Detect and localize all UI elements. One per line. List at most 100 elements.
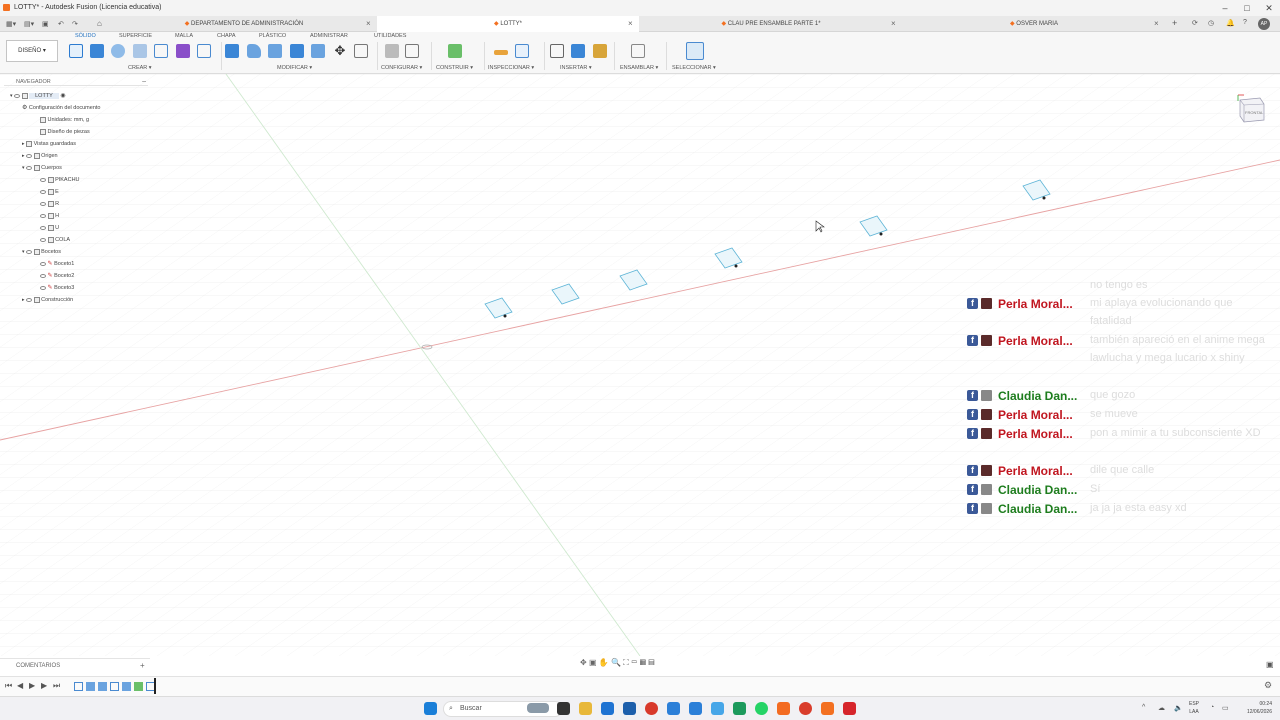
sweep-icon[interactable] [133,44,147,58]
close-icon[interactable]: × [891,16,896,32]
align-icon[interactable] [354,44,368,58]
app-icon[interactable] [711,702,724,715]
chevron-down-icon[interactable]: ▾ [22,249,25,255]
grid-menu-icon[interactable]: ▦▾ [6,20,16,28]
home-icon[interactable]: ⌂ [97,19,102,28]
timeline-plane-icon[interactable] [134,682,143,691]
eye-icon[interactable] [40,213,46,218]
go-to-start-icon[interactable]: ⏮ [5,681,12,691]
look-at-icon[interactable]: ▣ [589,658,597,667]
nav-item-diseno-piezas[interactable]: Diseño de piezas [40,127,90,137]
eye-icon[interactable] [26,249,33,254]
chrome-icon[interactable] [799,702,812,715]
language-indicator[interactable]: ESP LAA [1189,700,1199,716]
app-icon[interactable] [733,702,746,715]
insert-mesh-icon[interactable] [593,44,607,58]
nav-sketch-boceto2[interactable]: ✎ Boceto2 [40,271,74,281]
select-icon[interactable] [686,42,704,60]
eye-icon[interactable] [40,237,46,242]
nav-body-cola[interactable]: COLA [40,235,70,245]
collapse-icon[interactable]: – [142,78,146,86]
nav-body-h[interactable]: H [40,211,59,221]
chevron-right-icon[interactable]: ▸ [22,141,25,147]
tab-superficie[interactable]: SUPERFICIE [119,33,152,39]
viewports-icon[interactable]: ▤ [648,658,654,667]
new-component-icon[interactable] [631,44,645,58]
go-to-end-icon[interactable]: ⏭ [53,681,60,691]
chamfer-icon[interactable] [268,44,282,58]
add-comment-icon[interactable]: + [140,659,145,673]
nav-item-cuerpos[interactable]: ▾ Cuerpos [22,163,62,173]
configure-table-icon[interactable] [405,44,419,58]
extrude-icon[interactable] [90,44,104,58]
play-icon[interactable]: ▶ [29,681,35,690]
tab-plastico[interactable]: PLÁSTICO [259,33,286,39]
measure-icon[interactable] [494,50,508,55]
eye-icon[interactable] [26,297,33,302]
eye-icon[interactable] [26,153,33,158]
tab-chapa[interactable]: CHAPA [217,33,236,39]
web-icon[interactable] [197,44,211,58]
widget-icon[interactable] [527,703,549,713]
mail-icon[interactable] [667,702,680,715]
timeline-sketch-icon[interactable] [74,682,83,691]
timeline-extrude-icon[interactable] [86,682,95,691]
redo-icon[interactable]: ↷ [72,20,78,28]
windows-start-icon[interactable] [424,702,437,715]
timeline-marker[interactable] [154,678,156,694]
jobs-icon[interactable]: ◷ [1208,19,1214,27]
timeline-extrude-icon[interactable] [122,682,131,691]
eye-icon[interactable] [14,93,21,98]
step-forward-icon[interactable]: ▶ [41,681,47,690]
eye-icon[interactable] [40,261,46,266]
nav-body-e[interactable]: E [40,187,59,197]
tab-departamento[interactable]: ◆ DEPARTAMENTO DE ADMINISTRACIÓN [112,16,376,32]
tab-utilidades[interactable]: UTILIDADES [374,33,406,39]
nav-item-configuracion[interactable]: ⚙ Configuración del documento [22,103,100,113]
tab-malla[interactable]: MALLA [175,33,193,39]
file-explorer-icon[interactable] [579,702,592,715]
tab-solido[interactable]: SÓLIDO [75,33,96,39]
grid-canvas[interactable] [0,74,1280,656]
fillet-icon[interactable] [247,44,261,58]
group-insertar[interactable]: INSERTAR ▾ [560,65,592,71]
nav-item-bocetos[interactable]: ▾ Bocetos [22,247,61,257]
tab-osver-maria[interactable]: ◆ OSVER MARIA [903,16,1165,32]
chevron-right-icon[interactable]: ▸ [22,297,25,303]
avatar[interactable]: AP [1258,18,1270,30]
chevron-down-icon[interactable]: ▾ [22,165,25,171]
battery-icon[interactable]: ▭ [1222,704,1229,712]
insert-derive-icon[interactable] [550,44,564,58]
task-view-icon[interactable] [557,702,570,715]
group-ensamblar[interactable]: ENSAMBLAR ▾ [620,65,658,71]
nav-sketch-boceto1[interactable]: ✎ Boceto1 [40,259,74,269]
new-tab-icon[interactable]: + [1172,18,1177,28]
undo-icon[interactable]: ↶ [58,20,64,28]
nav-body-r[interactable]: R [40,199,59,209]
group-construir[interactable]: CONSTRUIR ▾ [436,65,473,71]
grid-settings-icon[interactable]: ▦ [640,658,646,667]
edge-icon[interactable] [601,702,614,715]
whatsapp-icon[interactable] [755,702,768,715]
group-seleccionar[interactable]: SELECCIONAR ▾ [672,65,716,71]
group-crear[interactable]: CREAR ▾ [128,65,152,71]
store-icon[interactable] [623,702,636,715]
nav-sketch-boceto3[interactable]: ✎ Boceto3 [40,283,74,293]
file-menu-icon[interactable]: ▤▾ [24,20,34,28]
orbit-icon[interactable]: ✥ [580,658,587,667]
tab-lotty[interactable]: ◆ LOTTY* [377,16,639,32]
loft-icon[interactable] [154,44,168,58]
nav-item-vistas[interactable]: ▸ Vistas guardadas [22,139,76,149]
comments-panel[interactable]: COMENTARIOS + [0,658,150,672]
tab-administrar[interactable]: ADMINISTRAR [310,33,348,39]
help-icon[interactable]: ? [1243,19,1247,26]
interference-icon[interactable] [515,44,529,58]
zoom-icon[interactable]: 🔍 [611,658,621,667]
close-icon[interactable]: × [628,16,633,32]
create-sketch-icon[interactable] [69,44,83,58]
eye-icon[interactable] [40,201,46,206]
group-modificar[interactable]: MODIFICAR ▾ [277,65,312,71]
chevron-up-icon[interactable]: ^ [1142,704,1145,711]
fit-icon[interactable]: ⛶ [623,658,629,667]
sync-icon[interactable]: ⟳ [1192,19,1198,27]
